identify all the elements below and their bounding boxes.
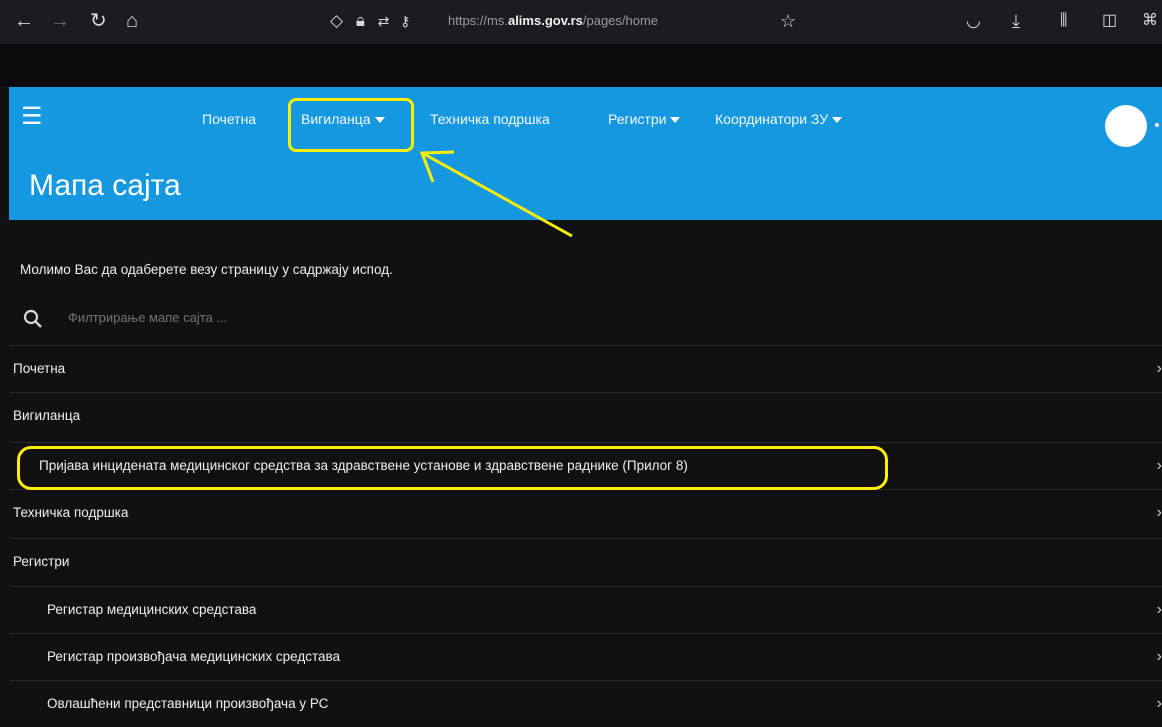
bookmark-star-icon[interactable]: ☆	[780, 6, 796, 36]
intro-text: Молимо Вас да одаберете везу страницу у …	[20, 262, 393, 277]
sitemap-row-manufacturer-register[interactable]: Регистар произвођача медицинских средста…	[9, 633, 1162, 680]
sitemap-row-home[interactable]: Почетна ›	[9, 345, 1162, 392]
annotation-highlight-box	[288, 98, 414, 152]
avatar[interactable]	[1105, 105, 1147, 147]
annotation-highlight-row	[17, 446, 888, 490]
browser-toolbar: ← → ↻ ⌂ ◇ 🔒︎ ⇄ ⚷ https://ms.alims.gov.rs…	[0, 0, 1162, 44]
extensions-icon[interactable]: ⌘	[1142, 6, 1158, 36]
sitemap-row-vigilance[interactable]: Вигиланца	[9, 392, 1162, 439]
back-icon[interactable]: ←	[14, 6, 34, 36]
caret-down-icon	[670, 117, 681, 124]
sitemap-row-registers[interactable]: Регистри	[9, 538, 1162, 585]
search-input[interactable]	[68, 310, 668, 325]
menu-icon[interactable]: ☰	[21, 105, 43, 129]
permissions-icon: ⇄	[377, 13, 390, 29]
chevron-right-icon: ›	[1156, 360, 1162, 377]
chevron-right-icon: ›	[1156, 695, 1162, 712]
url-field[interactable]: https://ms.alims.gov.rs/pages/home	[448, 13, 658, 28]
shield-icon: ◇	[330, 11, 344, 30]
bookmarks-bar	[0, 44, 1162, 87]
nav-item-tech-support[interactable]: Техничка подршка	[430, 111, 550, 127]
home-icon[interactable]: ⌂	[126, 6, 138, 36]
pocket-icon[interactable]: ◡	[966, 6, 981, 36]
search-icon	[23, 309, 42, 328]
download-icon[interactable]: ⤓	[1012, 6, 1020, 36]
sitemap-filter[interactable]	[20, 306, 1150, 336]
sidebar-icon[interactable]: ◫	[1102, 6, 1117, 36]
forward-icon[interactable]: →	[50, 6, 70, 36]
sitemap-row-authorized-representatives[interactable]: Овлашћени представници произвођача у РС …	[9, 680, 1162, 727]
key-icon: ⚷	[400, 13, 411, 29]
site-header: ☰ Почетна Вигиланца Техничка подршка Рег…	[9, 87, 1162, 220]
url-security-icons: ◇ 🔒︎ ⇄ ⚷	[330, 6, 410, 36]
nav-item-home[interactable]: Почетна	[202, 111, 256, 127]
chevron-right-icon: ›	[1156, 648, 1162, 665]
nav-item-coordinators[interactable]: Координатори ЗУ	[715, 111, 843, 127]
chevron-right-icon: ›	[1156, 601, 1162, 618]
chevron-right-icon: ›	[1156, 457, 1162, 474]
more-icon[interactable]	[1155, 123, 1159, 127]
chevron-right-icon: ›	[1156, 504, 1162, 521]
sitemap-row-tech-support[interactable]: Техничка подршка ›	[9, 489, 1162, 536]
nav-item-registers[interactable]: Регистри	[608, 111, 681, 127]
page-title: Мапа сајта	[29, 169, 181, 202]
caret-down-icon	[832, 117, 843, 124]
lock-icon: 🔒︎	[355, 11, 365, 30]
library-icon[interactable]: ⫼	[1060, 6, 1067, 36]
reload-icon[interactable]: ↻	[90, 6, 107, 36]
sitemap-row-medical-device-register[interactable]: Регистар медицинских средстава ›	[9, 586, 1162, 633]
